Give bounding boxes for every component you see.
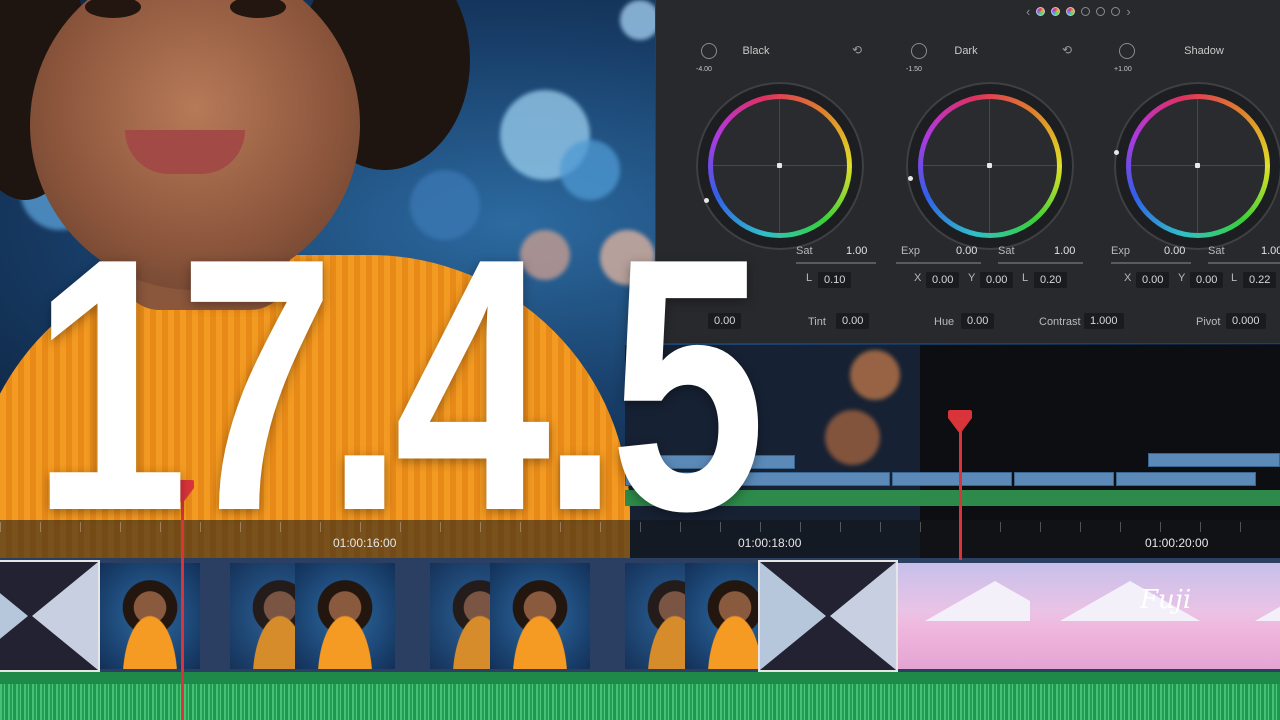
dark-l-field[interactable]: 0.20 [1034,272,1068,288]
wheel-dial-handle[interactable] [1114,150,1119,155]
tint-value[interactable]: 0.00 [836,313,870,329]
slider-track[interactable] [1111,262,1191,264]
contrast-field[interactable]: 1.000 [1084,313,1124,329]
shadow-y-field[interactable]: 0.00 [1190,272,1224,288]
dark-y-label: Y [968,272,976,284]
timeline-clip[interactable] [1014,472,1114,486]
dark-y-field[interactable]: 0.00 [980,272,1014,288]
bokeh-light [850,350,900,400]
wheel-face [923,99,1057,233]
slider-track[interactable] [998,262,1083,264]
slider-track[interactable] [796,262,876,264]
playhead-marker-icon[interactable] [948,410,972,418]
version-title: 17.4.5 [32,184,766,586]
shadow-exp-value[interactable]: 0.00 [1164,245,1185,257]
playhead-line[interactable] [959,430,962,560]
shadow-l-label: L [1231,272,1238,284]
wheel-title: Dark [954,45,978,57]
tint-field[interactable]: 0.00 [836,313,870,329]
shadow-x-value[interactable]: 0.00 [1136,272,1170,288]
bokeh-light [620,0,660,40]
pivot-field[interactable]: 0.000 [1226,313,1266,329]
reset-icon[interactable]: ⟲ [1062,43,1072,57]
hue-label: Hue [934,316,955,328]
dark-wheel: Dark ⟲ -1.50 [866,40,1074,250]
slider-track[interactable] [896,262,981,264]
wheel-face [1131,99,1265,233]
timecode-label: 01:00:20:00 [1145,536,1209,550]
black-l-value[interactable]: 0.10 [818,272,852,288]
wheel-value: -4.00 [696,66,712,73]
color-wheel[interactable] [1114,82,1280,250]
dark-sat-value[interactable]: 1.00 [1054,245,1075,257]
wheel-title: Black [742,45,770,57]
shadow-y-label: Y [1178,272,1186,284]
shadow-x-field[interactable]: 0.00 [1136,272,1170,288]
video-clip-fuji[interactable]: Fuji [895,563,1280,669]
clip-title-text: Fuji [1140,585,1192,615]
dark-exp-label: Exp [901,245,920,257]
hue-value[interactable]: 0.00 [961,313,995,329]
shadow-l-value[interactable]: 0.22 [1243,272,1277,288]
shadow-wheel: Shadow +1.00 [1074,40,1280,250]
hue-ring [1126,94,1270,238]
clip-thumbnail: Fuji [1030,563,1230,669]
timeline-clip[interactable] [1148,453,1280,467]
black-l-field[interactable]: 0.10 [818,272,852,288]
page-dot[interactable] [1066,7,1076,16]
page-dot[interactable] [1051,7,1061,16]
transition-shape [760,562,826,670]
wheel-pager: ‹ › [1026,4,1131,19]
dark-sat-label: Sat [998,245,1015,257]
dark-x-label: X [914,272,922,284]
bokeh-light [825,410,880,465]
hue-field[interactable]: 0.00 [961,313,995,329]
tint-label: Tint [808,316,826,328]
clip-thumbnail [1225,563,1280,669]
wheel-value: +1.00 [1114,66,1132,73]
transition-shape [830,562,896,670]
transition-marker[interactable] [758,560,898,672]
dark-l-label: L [1022,272,1029,284]
contrast-value[interactable]: 1.000 [1084,313,1124,329]
pivot-value[interactable]: 0.000 [1226,313,1266,329]
chevron-left-icon[interactable]: ‹ [1026,4,1030,19]
shadow-sat-value[interactable]: 1.00 [1261,245,1280,257]
pivot-label: Pivot [1196,316,1221,328]
transition-shape [0,562,28,670]
slider-track[interactable] [1208,262,1280,264]
wheel-center-handle[interactable] [987,163,992,168]
black-l-label: L [806,272,813,284]
page-dot[interactable] [1096,7,1106,16]
black-sat-label: Sat [796,245,813,257]
dark-exp-value[interactable]: 0.00 [956,245,977,257]
color-wheel[interactable] [906,82,1074,250]
thumbnail-canvas: ‹ › Black ⟲ -4.00 Dark ⟲ -1.50 Shadow +1… [0,0,1280,720]
dark-l-value[interactable]: 0.20 [1034,272,1068,288]
wheel-value: -1.50 [906,66,922,73]
reset-icon[interactable]: ⟲ [852,43,862,57]
wheel-center-handle[interactable] [1195,163,1200,168]
shadow-exp-label: Exp [1111,245,1130,257]
page-dot[interactable] [1081,7,1091,16]
page-dot[interactable] [1036,7,1046,16]
wheel-center-handle[interactable] [777,163,782,168]
shadow-l-field[interactable]: 0.22 [1243,272,1277,288]
page-dot[interactable] [1111,7,1121,16]
audio-waveform[interactable] [0,684,1280,720]
dark-y-value[interactable]: 0.00 [980,272,1014,288]
shadow-x-label: X [1124,272,1132,284]
chevron-right-icon[interactable]: › [1126,4,1130,19]
dark-x-field[interactable]: 0.00 [926,272,960,288]
shadow-y-value[interactable]: 0.00 [1190,272,1224,288]
timeline-clip[interactable] [1116,472,1256,486]
shadow-sat-label: Sat [1208,245,1225,257]
contrast-label: Contrast [1039,316,1081,328]
wheel-dial-handle[interactable] [908,176,913,181]
timeline-clip[interactable] [892,472,1012,486]
dark-x-value[interactable]: 0.00 [926,272,960,288]
hue-ring [918,94,1062,238]
black-sat-value[interactable]: 1.00 [846,245,867,257]
wheel-title: Shadow [1184,45,1224,57]
